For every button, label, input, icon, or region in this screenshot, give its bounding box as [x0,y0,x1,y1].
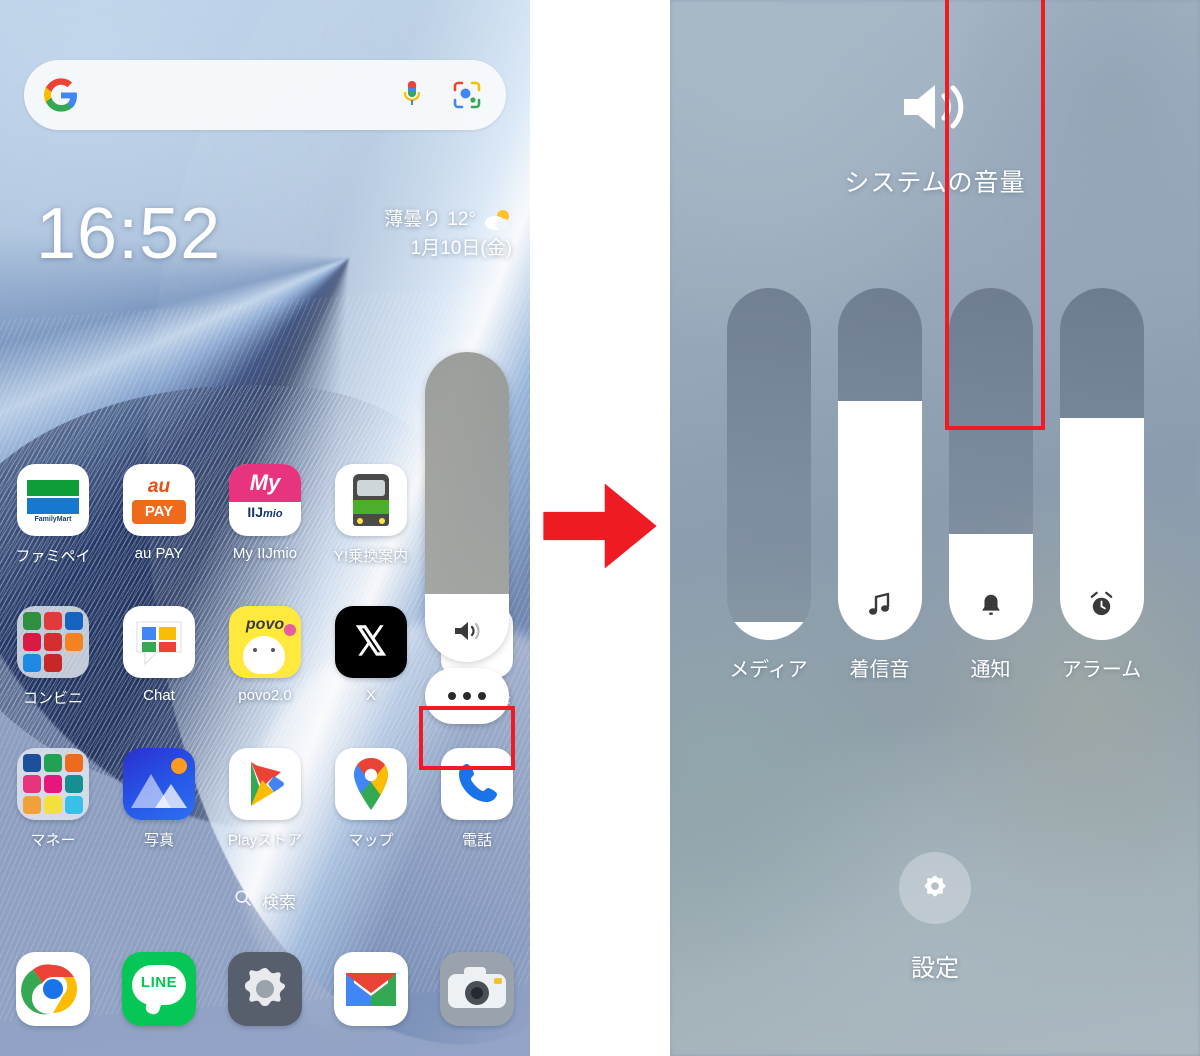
app-label: Y!乗換案内 [333,548,409,565]
app-x-twitter[interactable]: 𝕏 X [318,606,424,748]
slider-label: 通知 [970,659,1011,681]
alarm-clock-icon [1087,590,1116,624]
app-label: 電話 [461,832,492,849]
slider-alarm[interactable]: アラーム [1059,288,1144,682]
slider-fill [1059,418,1144,640]
slider-ringtone[interactable]: 着信音 [837,288,922,682]
app-label: au PAY [134,545,184,562]
line-icon: LINE [122,952,196,1026]
weather-date: 1月10日(金) [410,238,512,260]
slider-track[interactable] [726,288,811,640]
comparison-stage: 16:52 薄曇り 12° 1月10日(金) FamilyMart ファミペイ … [0,0,1200,1056]
slider-label: アラーム [1061,659,1142,681]
slider-media[interactable]: メディア [726,288,811,682]
app-my-iijmio[interactable]: My IIJmio My IIJmio [212,464,318,606]
system-volume-header: システムの音量 [670,78,1200,199]
bell-icon [977,591,1005,624]
google-lens-icon[interactable] [452,80,482,110]
gmail-icon [334,952,408,1026]
folder-money[interactable]: マネー [0,748,106,890]
familymart-pay-icon: FamilyMart [17,464,89,536]
app-au-pay[interactable]: au PAY au PAY [106,464,212,606]
dot [478,692,486,700]
dock-item-settings[interactable] [212,952,318,1052]
app-label: マップ [348,832,394,849]
volume-sliders: メディア 着信音 通知 アラーム [670,288,1200,682]
app-label: 写真 [143,832,174,849]
app-label: コンビニ [22,690,83,707]
slider-label: 着信音 [849,659,910,681]
my-iijmio-icon: My IIJmio [229,464,301,536]
yahoo-transit-icon [335,464,407,536]
x-twitter-icon: 𝕏 [335,606,407,678]
partly-cloudy-icon [482,209,512,231]
app-label: Playストア [227,832,303,849]
app-google-chat[interactable]: Chat [106,606,212,748]
chrome-icon [16,952,90,1026]
app-label: マネー [30,832,76,849]
camera-icon [440,952,514,1026]
app-label: Chat [143,687,175,704]
google-search-bar[interactable] [24,60,506,130]
weather-widget[interactable]: 薄曇り 12° 1月10日(金) [384,205,512,264]
dock-item-camera[interactable] [424,952,530,1052]
slider-track[interactable] [1059,288,1144,640]
weather-condition: 薄曇り [384,209,442,230]
app-label: povo2.0 [238,687,292,704]
home-search-pill[interactable]: 検索 [234,888,296,913]
app-dock: LINE [0,952,530,1052]
app-label: My IIJmio [232,545,298,562]
app-maps[interactable]: マップ [318,748,424,890]
music-note-icon [865,589,895,624]
folder-convenience[interactable]: コンビニ [0,606,106,748]
settings-gear-icon [228,952,302,1026]
au-pay-icon: au PAY [123,464,195,536]
google-g-icon [44,78,78,112]
google-play-store-icon [229,748,301,820]
microphone-icon[interactable] [400,79,424,111]
volume-slider-track[interactable] [425,352,509,662]
right-phone-screenshot: システムの音量 メディア 着信音 通知 アラーム 設定 [670,0,1200,1056]
povo-icon: povo [229,606,301,678]
weather-temperature: 12° [447,209,476,230]
app-povo[interactable]: povo povo2.0 [212,606,318,748]
folder-convenience-icon [17,606,89,678]
search-pill-label: 検索 [262,893,296,912]
left-phone-screenshot: 16:52 薄曇り 12° 1月10日(金) FamilyMart ファミペイ … [0,0,530,1056]
volume-slider-fill [425,593,509,662]
dot [463,692,471,700]
dock-item-line[interactable]: LINE [106,952,212,1052]
settings-label: 設定 [911,955,959,982]
volume-overlay-slider[interactable] [425,352,509,724]
panel-title: システムの音量 [844,169,1026,197]
speaker-volume-icon [452,619,482,648]
folder-money-icon [17,748,89,820]
highlight-more-button [419,706,515,770]
dot [448,692,456,700]
app-label: ファミペイ [15,548,91,565]
slider-label: メディア [729,659,808,681]
app-label: X [365,687,376,704]
arrow-separator [530,0,670,1056]
settings-gear-icon [899,852,971,924]
photos-icon [123,748,195,820]
app-play-store[interactable]: Playストア [212,748,318,890]
google-chat-icon [123,606,195,678]
settings-shortcut[interactable]: 設定 [899,852,971,983]
dock-item-chrome[interactable] [0,952,106,1052]
slider-fill [726,622,811,640]
slider-fill [837,400,922,640]
dock-item-gmail[interactable] [318,952,424,1052]
app-photos[interactable]: 写真 [106,748,212,890]
arrow-right-icon [541,481,659,576]
clock-widget[interactable]: 16:52 [36,198,221,270]
search-icon [234,889,252,912]
slider-track[interactable] [837,288,922,640]
slider-fill [948,534,1033,640]
highlight-notification-slider [945,0,1045,430]
app-yahoo-transit[interactable]: Y!乗換案内 [318,464,424,606]
google-maps-icon [335,748,407,820]
app-familypay[interactable]: FamilyMart ファミペイ [0,464,106,606]
